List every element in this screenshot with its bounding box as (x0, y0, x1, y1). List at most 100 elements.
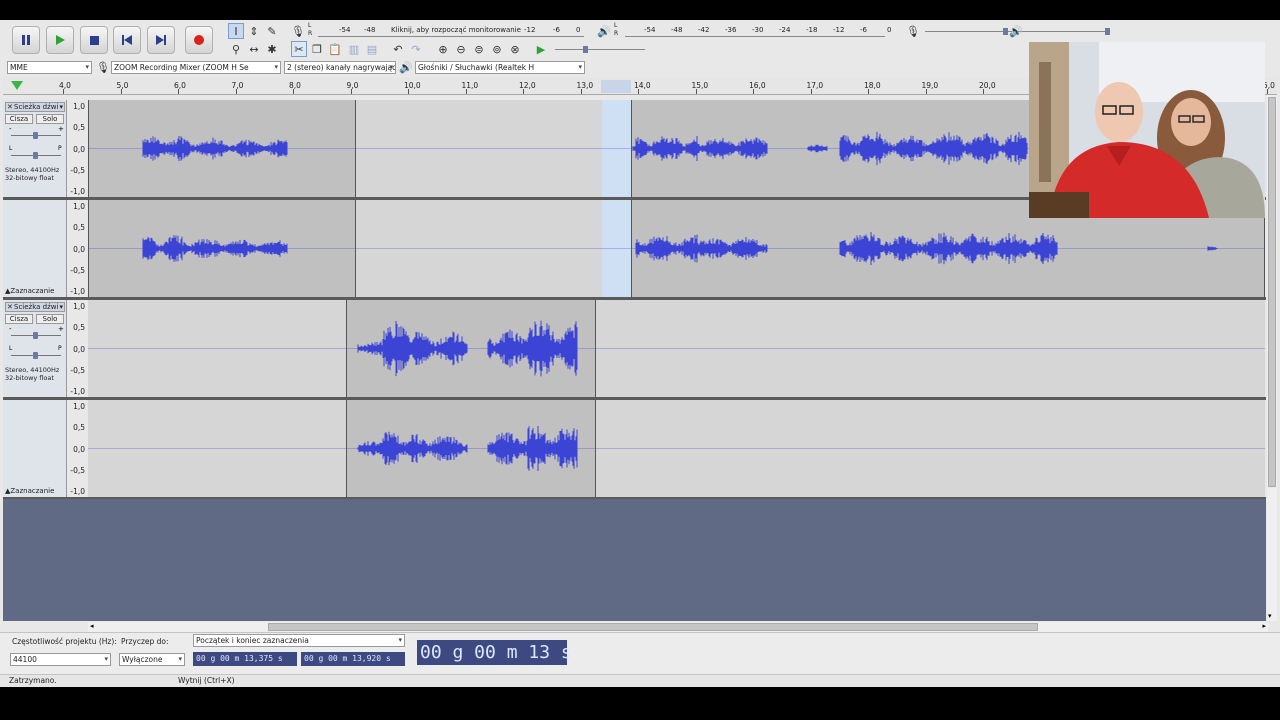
amplitude-label: 1,0 (73, 202, 85, 211)
time-shift-tool-icon[interactable]: ↔ (246, 41, 262, 57)
vol-plus-label: + (58, 325, 64, 333)
paste-icon[interactable]: 📋 (327, 41, 343, 57)
select-track-button[interactable]: ▲Zaznaczanie (5, 287, 54, 295)
copy-icon[interactable]: ❐ (309, 41, 325, 57)
undo-icon[interactable]: ↶ (390, 41, 406, 57)
ruler-tick-label: 5,0 (116, 81, 129, 90)
ruler-tick (408, 89, 409, 94)
draw-tool-icon[interactable]: ✎ (264, 23, 280, 39)
vertical-ruler-1a[interactable]: 1,0 0,5 0,0 -0,5 -1,0 (67, 100, 88, 197)
amplitude-label: 1,0 (73, 302, 85, 311)
output-device-select[interactable]: Głośniki / Słuchawki (Realtek H ▾ (415, 61, 585, 74)
play-button[interactable] (46, 26, 74, 54)
ruler-tick (983, 89, 984, 94)
gain-slider[interactable] (11, 132, 61, 139)
ruler-selection-marker (601, 80, 631, 93)
horizontal-scrollbar[interactable]: ◂ ▸ (88, 622, 1268, 632)
input-device-value: ZOOM Recording Mixer (ZOOM H Se (114, 63, 249, 72)
gain-slider[interactable] (11, 332, 61, 339)
pause-button[interactable] (12, 26, 40, 54)
solo-button[interactable]: Solo (36, 314, 64, 324)
snap-to-label: Przyczep do: (121, 637, 169, 646)
empty-track-area[interactable] (3, 499, 1266, 621)
record-meter-prompt[interactable]: Kliknij, aby rozpocząć monitorowanie (391, 26, 521, 34)
amplitude-label: 0,5 (73, 423, 85, 433)
channels-select[interactable]: 2 (stereo) kanały nagrywające ▾ (284, 61, 396, 74)
mute-button[interactable]: Cisza (5, 314, 33, 324)
project-rate-select[interactable]: 44100 ▾ (10, 653, 111, 666)
close-track-icon[interactable]: ✕ (7, 303, 13, 311)
scroll-left-icon[interactable]: ◂ (90, 622, 94, 630)
track-2-channel-2[interactable] (88, 400, 1265, 497)
vol-minus-label: - (9, 125, 12, 133)
speaker-icon[interactable]: 🔊 (596, 23, 612, 39)
track-info: Stereo, 44100Hz 32-bitowy float (5, 166, 59, 182)
zoom-toggle-icon[interactable]: ⊗ (507, 41, 523, 57)
redo-icon[interactable]: ↷ (408, 41, 424, 57)
chevron-down-icon: ▾ (398, 636, 402, 644)
chevron-down-icon[interactable]: ▾ (59, 103, 63, 111)
chevron-down-icon: ▾ (389, 63, 393, 71)
chevron-down-icon: ▾ (104, 655, 108, 663)
record-meter-bar[interactable] (318, 36, 584, 37)
zoom-out-icon[interactable]: ⊖ (453, 41, 469, 57)
playback-meter-bar[interactable] (625, 36, 885, 37)
play-scale-label: -24 (779, 26, 791, 34)
audio-host-select[interactable]: MME ▾ (7, 61, 92, 74)
skip-to-end-button[interactable] (147, 26, 175, 54)
selection-toolbar (0, 632, 1280, 674)
scroll-right-icon[interactable]: ▸ (1262, 622, 1266, 630)
fit-project-icon[interactable]: ⊚ (489, 41, 505, 57)
envelope-tool-icon[interactable]: ⇕ (246, 23, 262, 39)
status-text: Zatrzymano. (9, 676, 57, 685)
ruler-tick (638, 89, 639, 94)
selection-start-time[interactable]: 00 g 00 m 13,375 s (193, 652, 297, 666)
vertical-ruler-1b[interactable]: 1,0 0,5 0,0 -0,5 -1,0 (67, 200, 88, 297)
silence-icon[interactable]: ▤ (364, 41, 380, 57)
mute-button[interactable]: Cisza (5, 114, 33, 124)
cut-icon[interactable]: ✂ (291, 41, 307, 57)
track-name[interactable]: ✕ Ścieżka dźwi ▾ (5, 302, 65, 312)
record-button[interactable] (185, 26, 213, 54)
amplitude-label: 0,5 (73, 223, 85, 233)
vertical-ruler-2b[interactable]: 1,0 0,5 0,0 -0,5 -1,0 (67, 400, 88, 497)
chevron-down-icon[interactable]: ▾ (59, 303, 63, 311)
selection-mode-select[interactable]: Początek i koniec zaznaczenia ▾ (193, 634, 405, 647)
close-track-icon[interactable]: ✕ (7, 103, 13, 111)
play-speed-slider[interactable] (555, 46, 645, 53)
fit-selection-icon[interactable]: ⊜ (471, 41, 487, 57)
skip-to-start-button[interactable] (113, 26, 141, 54)
selection-end-time[interactable]: 00 g 00 m 13,920 s (301, 652, 405, 666)
play-head-triangle-icon[interactable] (11, 81, 23, 90)
track-2-channel-1[interactable] (88, 300, 1265, 397)
zoom-tool-icon[interactable]: ⚲ (228, 41, 244, 57)
pan-slider[interactable] (11, 152, 61, 159)
pan-slider[interactable] (11, 352, 61, 359)
selection-tool-icon[interactable]: I (228, 23, 244, 39)
play-at-speed-icon[interactable]: ▶ (533, 41, 549, 57)
multi-tool-icon[interactable]: ✱ (264, 41, 280, 57)
track-name[interactable]: ✕ Ścieżka dźwi ▾ (5, 102, 65, 112)
vertical-scrollbar[interactable]: ▾ (1267, 95, 1277, 621)
select-label: Zaznaczanie (10, 287, 55, 295)
scroll-down-icon[interactable]: ▾ (1268, 612, 1272, 620)
waveform (88, 426, 1265, 471)
ruler-tick (293, 89, 294, 94)
stop-button[interactable] (80, 26, 108, 54)
solo-button[interactable]: Solo (36, 114, 64, 124)
ruler-tick (925, 89, 927, 94)
ruler-tick-label: 7,0 (231, 81, 244, 90)
input-device-select[interactable]: ZOOM Recording Mixer (ZOOM H Se ▾ (111, 61, 281, 74)
snap-to-select[interactable]: Wyłączone ▾ (119, 653, 185, 666)
track-name-label: Ścieżka dźwi (14, 103, 59, 111)
play-scale-label: 0 (887, 26, 892, 34)
select-track-button[interactable]: ▲Zaznaczanie (5, 487, 54, 495)
audio-position-time[interactable]: 00 g 00 m 13 s (417, 640, 572, 665)
ruler-tick-label: 6,0 (174, 81, 186, 90)
trim-icon[interactable]: ▥ (346, 41, 362, 57)
vertical-ruler-2a[interactable]: 1,0 0,5 0,0 -0,5 -1,0 (67, 300, 88, 397)
amplitude-label: -0,5 (70, 265, 85, 275)
microphone-icon[interactable]: 🎙 (290, 23, 306, 39)
zoom-in-icon[interactable]: ⊕ (435, 41, 451, 57)
mic-volume-icon: 🎙 (906, 24, 920, 38)
